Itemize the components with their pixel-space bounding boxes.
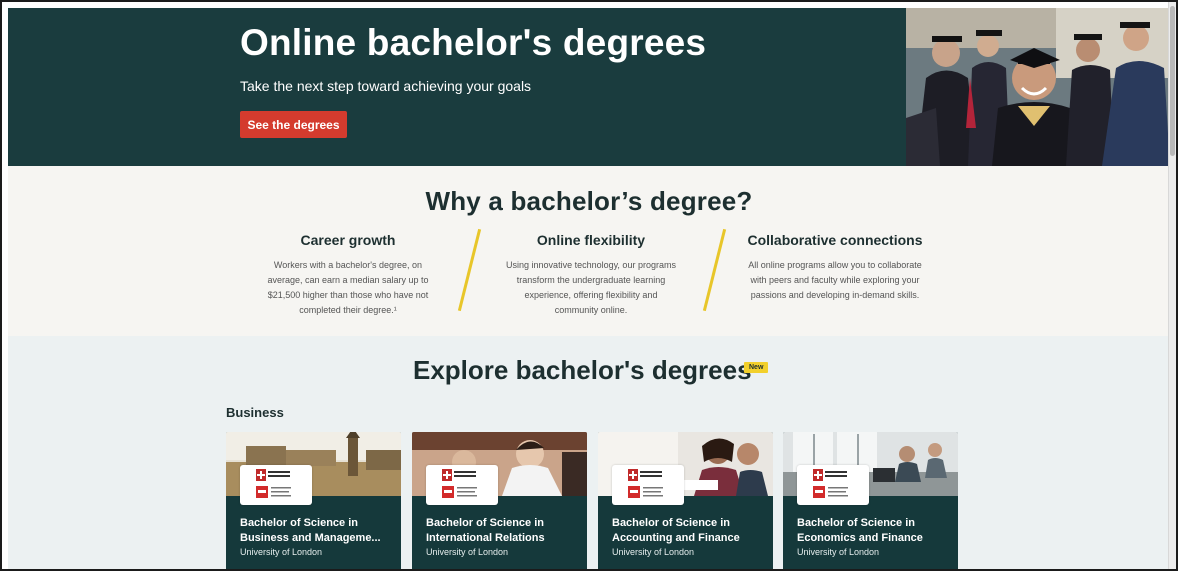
- hero-subtitle: Take the next step toward achieving your…: [240, 78, 532, 94]
- university-of-london-lse-logo: [426, 465, 498, 505]
- degree-card[interactable]: Bachelor of Science in International Rel…: [412, 432, 587, 569]
- degree-title: Bachelor of Science in: [612, 517, 730, 529]
- scrollbar-thumb[interactable]: [1170, 6, 1175, 156]
- university-of-london-lse-logo: [612, 465, 684, 505]
- section-title: Why a bachelor’s degree?: [425, 186, 753, 216]
- see-the-degrees-button[interactable]: See the degrees: [240, 111, 347, 138]
- degree-title-line2: Business and Manageme...: [240, 532, 381, 544]
- degree-provider: University of London: [426, 547, 509, 557]
- degree-title: Bachelor of Science in: [797, 517, 915, 529]
- feature-online-flexibility: Online flexibility Using innovative tech…: [491, 232, 691, 318]
- feature-description: All online programs allow you to collabo…: [748, 260, 922, 300]
- feature-description: Using innovative technology, our program…: [506, 260, 676, 315]
- vertical-scrollbar[interactable]: [1168, 2, 1176, 569]
- feature-title: Online flexibility: [536, 232, 646, 248]
- graduation-photo: [906, 8, 1170, 166]
- feature-title: Career growth: [300, 232, 396, 248]
- browser-viewport: Online bachelor's degrees Take the next …: [0, 0, 1178, 571]
- new-badge: New: [744, 362, 769, 373]
- degree-provider: University of London: [240, 547, 323, 557]
- university-of-london-lse-logo: [797, 465, 869, 505]
- feature-career-growth: Career growth Workers with a bachelor's …: [248, 232, 448, 318]
- feature-description: Workers with a bachelor's degree, on ave…: [267, 260, 429, 315]
- why-bachelors-section: Why a bachelor’s degree? Career growth W…: [8, 166, 1170, 336]
- degree-card[interactable]: Bachelor of Science in Accounting and Fi…: [598, 432, 773, 569]
- degree-provider: University of London: [797, 547, 880, 557]
- degree-title-line2: Economics and Finance: [797, 532, 923, 544]
- degree-title: Bachelor of Science in: [426, 517, 544, 529]
- explore-degrees-section: Explore bachelor's degrees New Business: [8, 336, 1170, 569]
- degree-title-line2: International Relations: [426, 532, 545, 544]
- degree-title-line2: Accounting and Finance: [612, 532, 740, 544]
- section-title: Explore bachelor's degrees: [413, 355, 752, 385]
- degree-provider: University of London: [612, 547, 695, 557]
- yellow-divider: [457, 228, 482, 312]
- degree-card[interactable]: Bachelor of Science in Business and Mana…: [226, 432, 401, 569]
- feature-title: Collaborative connections: [747, 232, 923, 248]
- yellow-divider: [702, 228, 727, 312]
- university-of-london-lse-logo: [240, 465, 312, 505]
- degree-card[interactable]: Bachelor of Science in Economics and Fin…: [783, 432, 958, 569]
- degree-title: Bachelor of Science in: [240, 517, 358, 529]
- hero-banner: Online bachelor's degrees Take the next …: [8, 8, 1170, 166]
- feature-collaborative-connections: Collaborative connections All online pro…: [735, 232, 935, 303]
- category-heading-business: Business: [226, 405, 284, 420]
- page-title: Online bachelor's degrees: [240, 22, 707, 63]
